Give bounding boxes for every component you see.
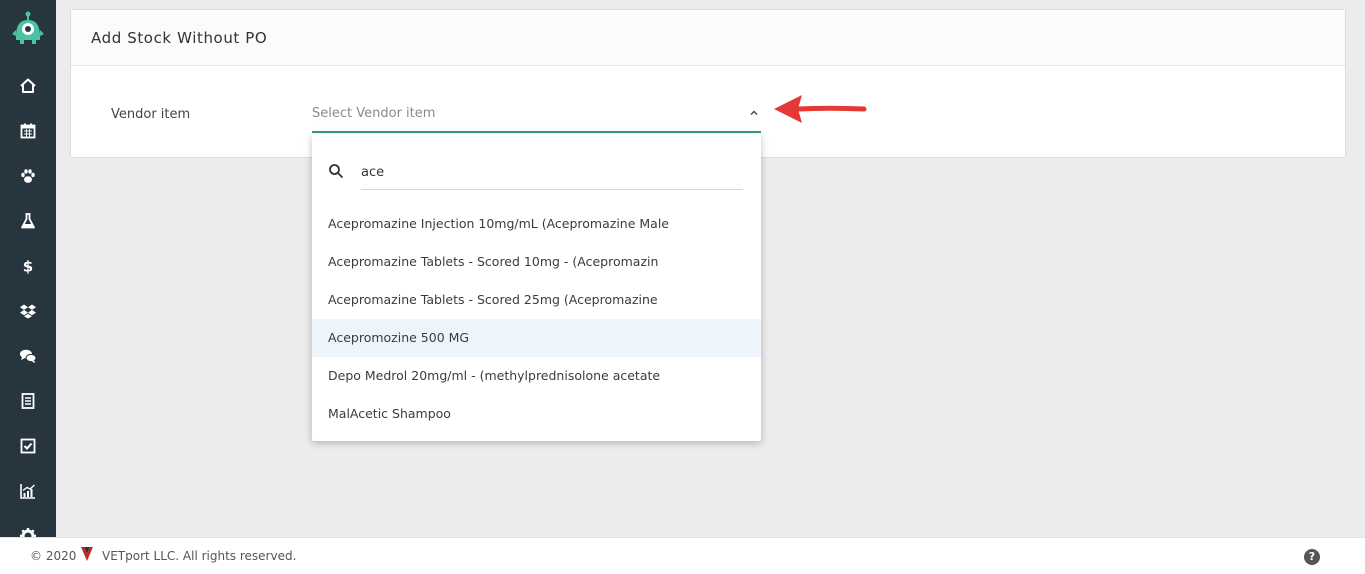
vendor-item-dropdown: Acepromazine Injection 10mg/mL (Aceproma…	[312, 134, 761, 441]
chevron-up-icon	[750, 110, 758, 115]
dropdown-option[interactable]: MalAcetic Shampoo	[312, 395, 761, 433]
dropdown-option-highlighted[interactable]: Acepromozine 500 MG	[312, 319, 761, 357]
vendor-item-placeholder: Select Vendor item	[312, 106, 436, 121]
sidebar-item-patients[interactable]	[0, 153, 56, 198]
footer: © 2020 VETport LLC. All rights reserved.…	[0, 537, 1365, 574]
sidebar-item-home[interactable]	[0, 63, 56, 108]
sidebar-item-calendar[interactable]	[0, 108, 56, 153]
help-button[interactable]: ?	[1304, 549, 1320, 565]
dropdown-option[interactable]: Depo Medrol 20mg/ml - (methylprednisolon…	[312, 357, 761, 395]
dollar-icon: $	[23, 257, 33, 275]
sidebar-nav: $	[0, 63, 56, 537]
paw-icon	[21, 168, 35, 183]
checkbox-icon	[20, 438, 36, 453]
gear-icon	[20, 527, 36, 537]
sidebar-item-lab[interactable]	[0, 198, 56, 243]
dropdown-search-row	[328, 156, 743, 190]
dropdown-option[interactable]: Acepromazine Tablets - Scored 10mg - (Ac…	[312, 243, 761, 281]
dropdown-options: Acepromazine Injection 10mg/mL (Aceproma…	[312, 205, 761, 433]
app-logo[interactable]	[0, 0, 56, 56]
page-title: Add Stock Without PO	[91, 28, 268, 47]
chat-icon	[20, 349, 37, 363]
svg-text:$: $	[23, 257, 33, 275]
help-icon: ?	[1308, 550, 1316, 563]
vendor-item-select[interactable]: Select Vendor item	[312, 101, 761, 133]
footer-company: VETport LLC. All rights reserved.	[102, 549, 297, 563]
sidebar-item-settings[interactable]	[0, 513, 56, 537]
annotation-arrow-icon	[774, 95, 867, 123]
dropdown-option[interactable]: Acepromazine Tablets - Scored 25mg (Acep…	[312, 281, 761, 319]
vendor-item-label: Vendor item	[111, 107, 191, 122]
sidebar-item-messages[interactable]	[0, 333, 56, 378]
sidebar-item-billing[interactable]: $	[0, 243, 56, 288]
sidebar-item-tasks[interactable]	[0, 423, 56, 468]
dropbox-icon	[20, 304, 36, 318]
dropdown-option[interactable]: Acepromazine Injection 10mg/mL (Aceproma…	[312, 205, 761, 243]
flask-icon	[21, 212, 35, 228]
monster-logo-icon	[12, 11, 44, 44]
calendar-icon	[20, 123, 36, 138]
sidebar-item-analytics[interactable]	[0, 468, 56, 513]
sidebar: $	[0, 0, 56, 537]
dropdown-search-input[interactable]	[361, 156, 743, 190]
chart-icon	[20, 483, 35, 499]
vetport-logo-icon	[81, 547, 93, 561]
home-icon	[20, 78, 36, 93]
card-header: Add Stock Without PO	[71, 10, 1345, 66]
sidebar-item-reports[interactable]	[0, 378, 56, 423]
sidebar-item-inventory[interactable]	[0, 288, 56, 333]
document-icon	[21, 392, 35, 409]
footer-copyright: © 2020	[30, 549, 77, 563]
search-icon	[329, 164, 343, 178]
